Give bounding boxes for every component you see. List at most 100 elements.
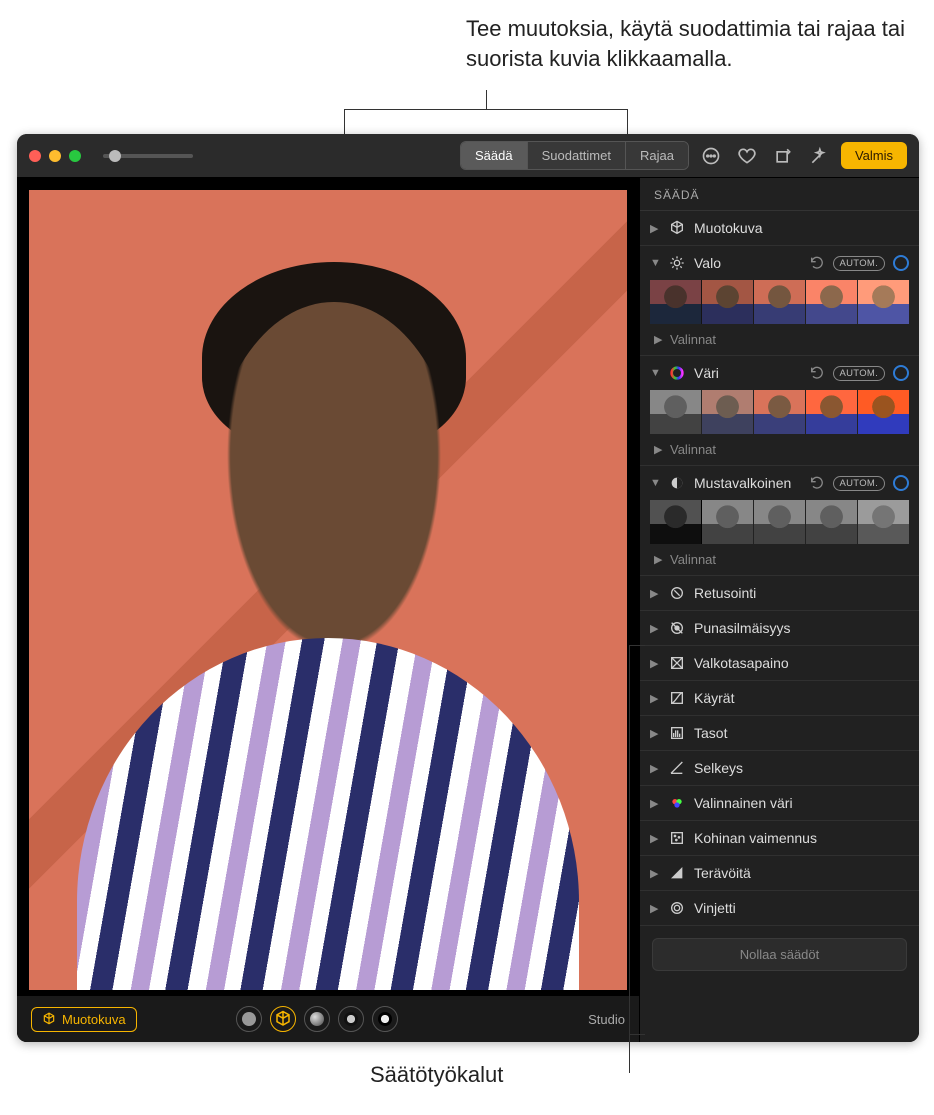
- lighting-option-contour[interactable]: [304, 1006, 330, 1032]
- adjust-tool-ter-v-it-[interactable]: ▶Terävöitä: [640, 856, 919, 891]
- color-options-label: Valinnat: [670, 442, 716, 457]
- lighting-option-stage[interactable]: [338, 1006, 364, 1032]
- tool-icon-valinnainen-v-ri: [668, 794, 686, 812]
- tool-icon-k-yr-t: [668, 689, 686, 707]
- adjust-tool-valkotasapaino[interactable]: ▶ Valkotasapaino: [640, 646, 919, 681]
- auto-button[interactable]: AUTOM.: [833, 256, 885, 271]
- bw-options-row[interactable]: ▶ Valinnat: [640, 550, 919, 575]
- photo-detail: [77, 638, 579, 990]
- adjust-light-header[interactable]: ▼ Valo AUTOM.: [640, 246, 919, 280]
- bw-options-label: Valinnat: [670, 552, 716, 567]
- adjust-portrait-label: Muotokuva: [694, 220, 909, 236]
- tool-icon-valkotasapaino: [668, 654, 686, 672]
- tool-label: Punasilmäisyys: [694, 620, 909, 636]
- chevron-right-icon: ▶: [650, 222, 660, 235]
- tool-icon-ter-v-it-: [668, 864, 686, 882]
- adjust-portrait[interactable]: ▶ Muotokuva: [640, 211, 919, 246]
- adjust-color-label: Väri: [694, 365, 801, 381]
- chevron-right-icon: ▶: [650, 622, 660, 635]
- reset-icon[interactable]: [809, 255, 825, 271]
- lighting-option-studio[interactable]: [270, 1006, 296, 1032]
- adjust-tool-retusointi[interactable]: ▶Retusointi: [640, 576, 919, 611]
- lighting-option-stage-mono[interactable]: [372, 1006, 398, 1032]
- tool-label: Tasot: [694, 725, 909, 741]
- color-thumbnails[interactable]: [640, 390, 919, 440]
- tool-label: Vinjetti: [694, 900, 909, 916]
- tab-filters[interactable]: Suodattimet: [528, 142, 626, 169]
- lighting-option-natural[interactable]: [236, 1006, 262, 1032]
- reset-adjustments-button[interactable]: Nollaa säädöt: [652, 938, 907, 971]
- light-options-label: Valinnat: [670, 332, 716, 347]
- chevron-down-icon: ▼: [650, 257, 660, 269]
- zoom-slider[interactable]: [103, 154, 193, 158]
- more-icon[interactable]: [697, 142, 725, 170]
- light-thumbnails[interactable]: [640, 280, 919, 330]
- chevron-right-icon: ▶: [650, 902, 660, 915]
- adjust-light: ▼ Valo AUTOM. ▶ Valinnat: [640, 246, 919, 356]
- cube-icon: [668, 219, 686, 237]
- close-icon[interactable]: [29, 150, 41, 162]
- chevron-right-icon: ▶: [650, 692, 660, 705]
- minimize-icon[interactable]: [49, 150, 61, 162]
- adjust-tool-valinnainen-v-ri[interactable]: ▶Valinnainen väri: [640, 786, 919, 821]
- chevron-right-icon: ▶: [650, 762, 660, 775]
- enable-ring-icon[interactable]: [893, 475, 909, 491]
- photo-preview[interactable]: [29, 190, 627, 990]
- adjust-bw-header[interactable]: ▼ Mustavalkoinen AUTOM.: [640, 466, 919, 500]
- chevron-right-icon: ▶: [650, 867, 660, 880]
- color-options-row[interactable]: ▶ Valinnat: [640, 440, 919, 465]
- sun-icon: [668, 254, 686, 272]
- adjust-tool-selkeys[interactable]: ▶ Selkeys: [640, 751, 919, 786]
- canvas-area: Muotokuva Studio: [17, 178, 639, 1042]
- tab-crop[interactable]: Rajaa: [626, 142, 688, 169]
- zoom-icon[interactable]: [69, 150, 81, 162]
- tool-icon-vinjetti: [668, 899, 686, 917]
- adjust-light-label: Valo: [694, 255, 801, 271]
- reset-icon[interactable]: [809, 365, 825, 381]
- adjust-sidebar: SÄÄDÄ ▶ Muotokuva ▼ Valo AUTOM.: [639, 178, 919, 1042]
- portrait-badge[interactable]: Muotokuva: [31, 1007, 137, 1032]
- tab-adjust[interactable]: Säädä: [461, 142, 528, 169]
- light-options-row[interactable]: ▶ Valinnat: [640, 330, 919, 355]
- adjust-tool-punasilm-isyys[interactable]: ▶ Punasilmäisyys: [640, 611, 919, 646]
- chevron-right-icon: ▶: [654, 443, 664, 456]
- tool-icon-retusointi: [668, 584, 686, 602]
- chevron-down-icon: ▼: [650, 477, 660, 489]
- auto-button[interactable]: AUTOM.: [833, 476, 885, 491]
- auto-enhance-icon[interactable]: [805, 142, 833, 170]
- chevron-right-icon: ▶: [650, 727, 660, 740]
- callout-bracket-side: [629, 645, 645, 1035]
- adjust-tool-tasot[interactable]: ▶ Tasot: [640, 716, 919, 751]
- workspace: Muotokuva Studio SÄÄDÄ ▶: [17, 178, 919, 1042]
- tool-label: Kohinan vaimennus: [694, 830, 909, 846]
- reset-icon[interactable]: [809, 475, 825, 491]
- tool-label: Selkeys: [694, 760, 909, 776]
- auto-button[interactable]: AUTOM.: [833, 366, 885, 381]
- adjust-bw: ▼ Mustavalkoinen AUTOM. ▶ Valinnat: [640, 466, 919, 576]
- adjust-tool-vinjetti[interactable]: ▶ Vinjetti: [640, 891, 919, 926]
- rotate-icon[interactable]: [769, 142, 797, 170]
- done-button[interactable]: Valmis: [841, 142, 907, 169]
- titlebar: Säädä Suodattimet Rajaa Valmis: [17, 134, 919, 178]
- mode-segmented-control: Säädä Suodattimet Rajaa: [460, 141, 689, 170]
- favorite-icon[interactable]: [733, 142, 761, 170]
- tool-icon-tasot: [668, 724, 686, 742]
- tool-icon-punasilm-isyys: [668, 619, 686, 637]
- enable-ring-icon[interactable]: [893, 365, 909, 381]
- portrait-badge-label: Muotokuva: [62, 1012, 126, 1027]
- callout-bottom-text: Säätötyökalut: [370, 1062, 503, 1088]
- chevron-right-icon: ▶: [650, 657, 660, 670]
- tool-label: Valkotasapaino: [694, 655, 909, 671]
- adjust-tool-kohinan-vaimennus[interactable]: ▶Kohinan vaimennus: [640, 821, 919, 856]
- adjust-color-header[interactable]: ▼ Väri AUTOM.: [640, 356, 919, 390]
- chevron-right-icon: ▶: [654, 553, 664, 566]
- lighting-picker: [236, 1006, 398, 1032]
- cube-icon: [42, 1012, 56, 1026]
- bw-thumbnails[interactable]: [640, 500, 919, 550]
- callout-bracket-top: [344, 109, 628, 135]
- enable-ring-icon[interactable]: [893, 255, 909, 271]
- tool-icon-kohinan-vaimennus: [668, 829, 686, 847]
- adjust-tool-k-yr-t[interactable]: ▶ Käyrät: [640, 681, 919, 716]
- tool-label: Käyrät: [694, 690, 909, 706]
- tool-icon-selkeys: [668, 759, 686, 777]
